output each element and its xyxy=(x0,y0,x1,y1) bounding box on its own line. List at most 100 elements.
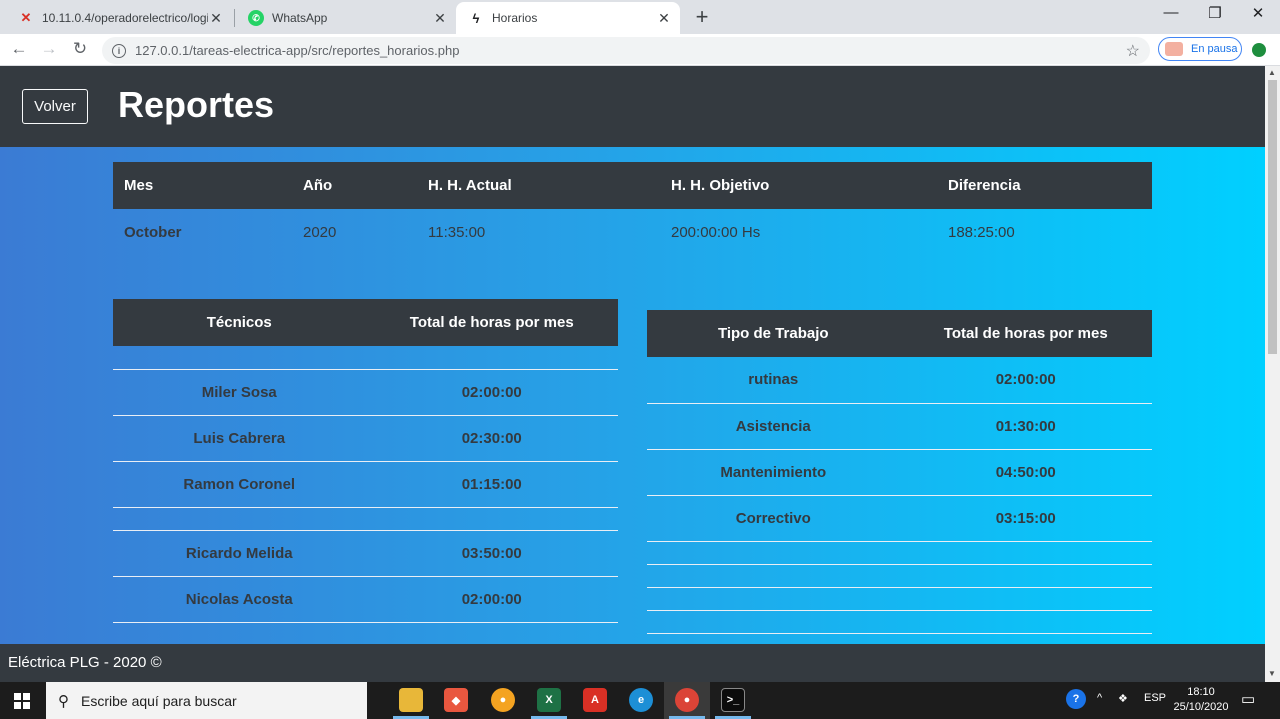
close-icon[interactable]: ✕ xyxy=(656,10,672,27)
reload-icon[interactable]: ↻ xyxy=(69,39,91,59)
scroll-up-icon[interactable]: ▲ xyxy=(1268,68,1276,77)
back-arrow-icon[interactable]: ← xyxy=(8,39,30,59)
tab-title: WhatsApp xyxy=(272,11,328,25)
table-header-row: Técnicos Total de horas por mes xyxy=(113,299,618,346)
edge-icon[interactable]: e xyxy=(629,688,653,712)
technician-hours: 01:15:00 xyxy=(365,461,618,508)
technician-hours: 02:30:00 xyxy=(365,415,618,462)
page-title: Reportes xyxy=(118,84,275,125)
acrobat-icon[interactable]: A xyxy=(583,688,607,712)
terminal-icon[interactable]: >_ xyxy=(721,688,745,712)
extension-icon[interactable] xyxy=(1252,43,1266,57)
work-type-hours: 03:15:00 xyxy=(899,495,1152,542)
new-tab-button[interactable]: + xyxy=(690,4,714,30)
cell-year: 2020 xyxy=(303,223,337,241)
work-type-name: Asistencia xyxy=(647,403,900,450)
search-placeholder: Escribe aquí para buscar xyxy=(81,692,237,709)
summary-table: Mes Año H. H. Actual H. H. Objetivo Dife… xyxy=(113,162,1152,255)
table-row-empty xyxy=(113,507,618,531)
table-row: Luis Cabrera 02:30:00 xyxy=(113,415,618,462)
url-text: 127.0.0.1/tareas-electrica-app/src/repor… xyxy=(135,43,460,58)
page-footer: Eléctrica PLG - 2020 © xyxy=(0,644,1265,682)
tab-separator xyxy=(234,9,235,27)
back-button[interactable]: Volver xyxy=(22,89,88,124)
work-type-hours: 04:50:00 xyxy=(899,449,1152,496)
clock[interactable]: 18:10 25/10/2020 xyxy=(1170,685,1232,715)
close-window-button[interactable]: ✕ xyxy=(1243,4,1273,22)
table-header-row: Tipo de Trabajo Total de horas por mes xyxy=(647,310,1152,357)
forward-arrow-icon[interactable]: → xyxy=(38,39,60,59)
tab-horarios[interactable]: ϟ Horarios ✕ xyxy=(456,2,680,34)
table-row: Ramon Coronel 01:15:00 xyxy=(113,461,618,508)
cell-target-hours: 200:00:00 Hs xyxy=(671,223,761,241)
table-row: October 2020 11:35:00 200:00:00 Hs 188:2… xyxy=(113,209,1152,255)
tab-whatsapp[interactable]: ✆ WhatsApp ✕ xyxy=(236,2,456,34)
profile-chip[interactable]: En pausa xyxy=(1158,37,1242,61)
work-type-hours: 02:00:00 xyxy=(899,357,1152,404)
scrollbar-thumb[interactable] xyxy=(1268,80,1277,354)
table-row: Miler Sosa 02:00:00 xyxy=(113,369,618,416)
close-icon[interactable]: ✕ xyxy=(432,10,448,27)
column-header: Tipo de Trabajo xyxy=(647,310,900,357)
taskbar: ⚲ Escribe aquí para buscar ◆ ● X A e ● >… xyxy=(0,682,1280,719)
language-indicator[interactable]: ESP xyxy=(1144,692,1166,704)
clock-date: 25/10/2020 xyxy=(1173,701,1229,713)
page-header: Volver Reportes xyxy=(0,66,1265,147)
info-icon[interactable]: i xyxy=(112,43,126,58)
table-row: Asistencia 01:30:00 xyxy=(647,403,1152,450)
technician-hours: 03:50:00 xyxy=(365,530,618,577)
table-row-empty xyxy=(647,564,1152,588)
chrome-canary-icon[interactable]: ● xyxy=(491,688,515,712)
table-row: rutinas 02:00:00 xyxy=(647,357,1152,404)
technician-name: Miler Sosa xyxy=(113,369,366,416)
url-input[interactable]: i 127.0.0.1/tareas-electrica-app/src/rep… xyxy=(102,37,1150,64)
table-row-empty xyxy=(647,610,1152,634)
table-row-empty xyxy=(113,346,618,370)
bookmark-star-icon[interactable]: ☆ xyxy=(1126,41,1140,61)
table-row-empty xyxy=(647,541,1152,565)
bolt-icon: ϟ xyxy=(472,10,480,26)
dropbox-icon[interactable]: ❖ xyxy=(1118,692,1128,705)
technician-hours: 02:00:00 xyxy=(365,369,618,416)
technician-name: Ramon Coronel xyxy=(113,461,366,508)
file-explorer-icon[interactable] xyxy=(399,688,423,712)
close-icon[interactable]: ✕ xyxy=(208,10,224,27)
work-type-name: Correctivo xyxy=(647,495,900,542)
chevron-up-icon[interactable]: ^ xyxy=(1097,692,1102,704)
notifications-icon[interactable]: ▭ xyxy=(1241,690,1255,708)
address-bar-row: ← → ↻ i 127.0.0.1/tareas-electrica-app/s… xyxy=(0,34,1280,66)
clock-time: 18:10 xyxy=(1187,686,1215,698)
work-type-name: rutinas xyxy=(647,357,900,404)
column-header: Mes xyxy=(113,162,292,209)
work-type-hours: 01:30:00 xyxy=(899,403,1152,450)
anydesk-icon[interactable]: ◆ xyxy=(444,688,468,712)
taskbar-search-input[interactable]: ⚲ Escribe aquí para buscar xyxy=(46,682,367,719)
column-header: Total de horas por mes xyxy=(365,299,618,346)
technician-name: Nicolas Acosta xyxy=(113,576,366,623)
table-row: Ricardo Melida 03:50:00 xyxy=(113,530,618,577)
tab-title: Horarios xyxy=(492,11,538,25)
table-header-row: Mes Año H. H. Actual H. H. Objetivo Dife… xyxy=(113,162,1152,209)
table-row-empty xyxy=(647,587,1152,611)
windows-start-icon[interactable] xyxy=(14,693,30,709)
technicians-table: Técnicos Total de horas por mes Miler So… xyxy=(113,299,618,623)
restore-button[interactable]: ❐ xyxy=(1200,4,1230,22)
tab-title: 10.11.0.4/operadorelectrico/login xyxy=(42,11,208,25)
help-icon[interactable]: ? xyxy=(1066,689,1086,709)
minimize-button[interactable]: — xyxy=(1156,4,1186,21)
whatsapp-icon: ✆ xyxy=(248,10,264,26)
chrome-icon[interactable]: ● xyxy=(675,688,699,712)
page-scrollbar[interactable]: ▲ ▼ xyxy=(1265,66,1280,682)
column-header: H. H. Actual xyxy=(417,162,660,209)
scroll-down-icon[interactable]: ▼ xyxy=(1268,669,1276,678)
avatar xyxy=(1165,42,1183,56)
excel-icon[interactable]: X xyxy=(537,688,561,712)
table-row: Correctivo 03:15:00 xyxy=(647,495,1152,542)
column-header: Total de horas por mes xyxy=(899,310,1152,357)
tab-login[interactable]: ✕ 10.11.0.4/operadorelectrico/login ✕ xyxy=(6,2,232,34)
browser-tab-strip: ✕ 10.11.0.4/operadorelectrico/login ✕ ✆ … xyxy=(0,0,1280,34)
technician-hours: 02:00:00 xyxy=(365,576,618,623)
technician-name: Luis Cabrera xyxy=(113,415,366,462)
x-red-icon: ✕ xyxy=(20,10,32,25)
work-type-name: Mantenimiento xyxy=(647,449,900,496)
